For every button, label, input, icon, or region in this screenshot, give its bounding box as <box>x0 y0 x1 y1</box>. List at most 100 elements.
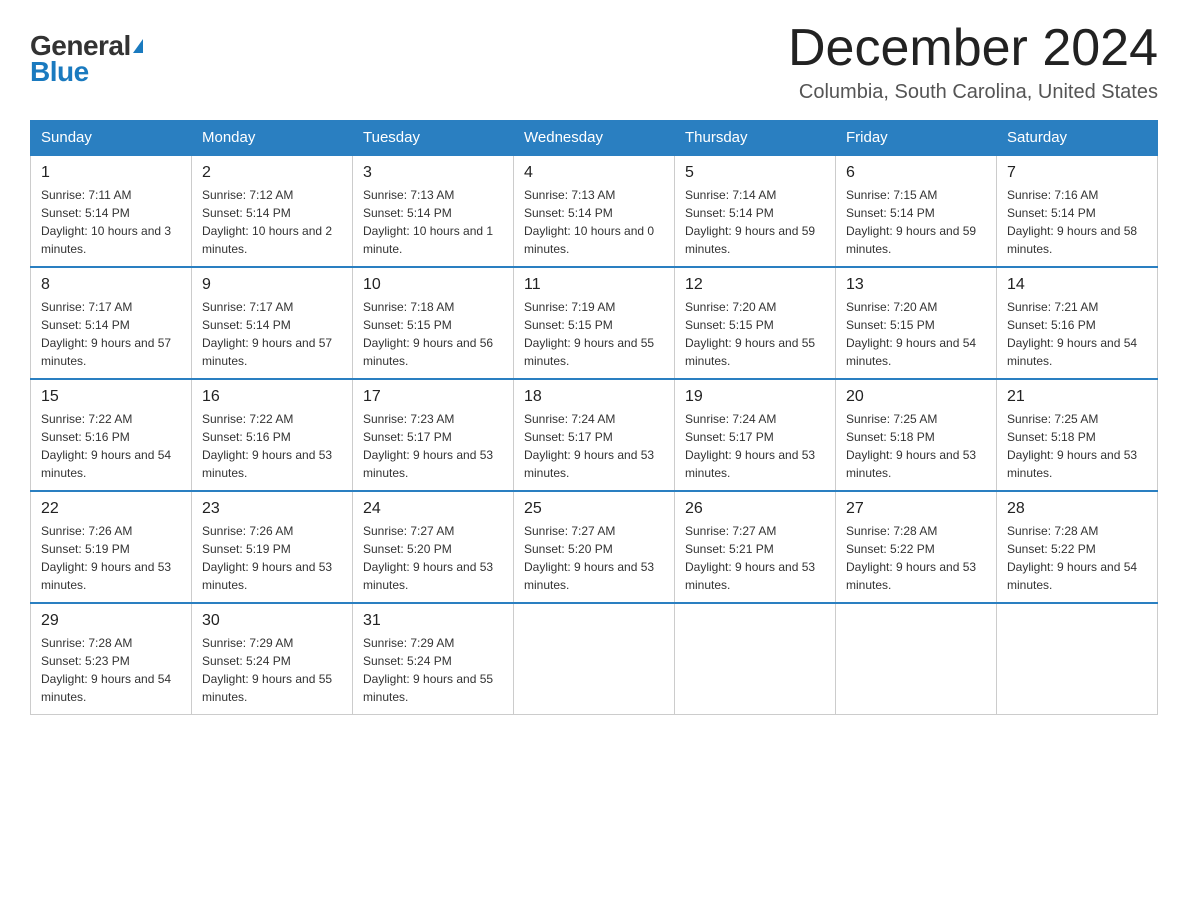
calendar-cell: 18Sunrise: 7:24 AMSunset: 5:17 PMDayligh… <box>514 379 675 491</box>
calendar-subtitle: Columbia, South Carolina, United States <box>788 81 1158 104</box>
day-detail: Sunrise: 7:16 AMSunset: 5:14 PMDaylight:… <box>1007 186 1147 258</box>
day-detail: Sunrise: 7:26 AMSunset: 5:19 PMDaylight:… <box>41 522 181 594</box>
day-number: 28 <box>1007 500 1147 518</box>
day-detail: Sunrise: 7:15 AMSunset: 5:14 PMDaylight:… <box>846 186 986 258</box>
day-number: 8 <box>41 276 181 294</box>
header-wednesday: Wednesday <box>514 121 675 156</box>
day-detail: Sunrise: 7:17 AMSunset: 5:14 PMDaylight:… <box>41 298 181 370</box>
day-number: 1 <box>41 164 181 182</box>
calendar-cell: 24 Sunrise: 7:27 AMSunset: 5:20 PMDayligh… <box>353 491 514 603</box>
calendar-title: December 2024 <box>788 20 1158 77</box>
calendar-week-row: 29 Sunrise: 7:28 AMSunset: 5:23 PMDayligh… <box>31 603 1158 715</box>
day-detail: Sunrise: 7:13 AMSunset: 5:14 PMDaylight:… <box>363 186 503 258</box>
calendar-cell: 9 Sunrise: 7:17 AMSunset: 5:14 PMDaylight… <box>192 267 353 379</box>
day-detail: Sunrise: 7:24 AMSunset: 5:17 PMDaylight:… <box>685 410 825 482</box>
calendar-cell <box>997 603 1158 715</box>
calendar-cell: 26 Sunrise: 7:27 AMSunset: 5:21 PMDayligh… <box>675 491 836 603</box>
calendar-cell: 29 Sunrise: 7:28 AMSunset: 5:23 PMDayligh… <box>31 603 192 715</box>
day-number: 2 <box>202 164 342 182</box>
day-detail: Sunrise: 7:27 AMSunset: 5:20 PMDaylight:… <box>363 522 503 594</box>
calendar-cell: 8 Sunrise: 7:17 AMSunset: 5:14 PMDaylight… <box>31 267 192 379</box>
calendar-cell: 22Sunrise: 7:26 AMSunset: 5:19 PMDayligh… <box>31 491 192 603</box>
day-detail: Sunrise: 7:28 AMSunset: 5:22 PMDaylight:… <box>846 522 986 594</box>
calendar-cell: 28 Sunrise: 7:28 AMSunset: 5:22 PMDayligh… <box>997 491 1158 603</box>
day-detail: Sunrise: 7:19 AMSunset: 5:15 PMDaylight:… <box>524 298 664 370</box>
day-detail: Sunrise: 7:22 AMSunset: 5:16 PMDaylight:… <box>41 410 181 482</box>
page-header: General Blue December 2024 Columbia, Sou… <box>30 20 1158 104</box>
calendar-cell: 21 Sunrise: 7:25 AMSunset: 5:18 PMDayligh… <box>997 379 1158 491</box>
day-detail: Sunrise: 7:28 AMSunset: 5:23 PMDaylight:… <box>41 634 181 706</box>
day-detail: Sunrise: 7:11 AMSunset: 5:14 PMDaylight:… <box>41 186 181 258</box>
day-number: 13 <box>846 276 986 294</box>
header-saturday: Saturday <box>997 121 1158 156</box>
day-detail: Sunrise: 7:13 AMSunset: 5:14 PMDaylight:… <box>524 186 664 258</box>
calendar-cell: 7Sunrise: 7:16 AMSunset: 5:14 PMDaylight… <box>997 155 1158 267</box>
calendar-header-row: SundayMondayTuesdayWednesdayThursdayFrid… <box>31 121 1158 156</box>
calendar-cell: 4 Sunrise: 7:13 AMSunset: 5:14 PMDaylight… <box>514 155 675 267</box>
calendar-cell: 1 Sunrise: 7:11 AMSunset: 5:14 PMDaylight… <box>31 155 192 267</box>
logo: General Blue <box>30 30 143 88</box>
day-detail: Sunrise: 7:21 AMSunset: 5:16 PMDaylight:… <box>1007 298 1147 370</box>
day-detail: Sunrise: 7:28 AMSunset: 5:22 PMDaylight:… <box>1007 522 1147 594</box>
header-friday: Friday <box>836 121 997 156</box>
day-number: 20 <box>846 388 986 406</box>
day-detail: Sunrise: 7:23 AMSunset: 5:17 PMDaylight:… <box>363 410 503 482</box>
day-detail: Sunrise: 7:26 AMSunset: 5:19 PMDaylight:… <box>202 522 342 594</box>
header-thursday: Thursday <box>675 121 836 156</box>
calendar-cell: 14 Sunrise: 7:21 AMSunset: 5:16 PMDayligh… <box>997 267 1158 379</box>
calendar-cell: 3Sunrise: 7:13 AMSunset: 5:14 PMDaylight… <box>353 155 514 267</box>
calendar-cell: 12Sunrise: 7:20 AMSunset: 5:15 PMDayligh… <box>675 267 836 379</box>
day-number: 16 <box>202 388 342 406</box>
header-sunday: Sunday <box>31 121 192 156</box>
day-number: 12 <box>685 276 825 294</box>
day-detail: Sunrise: 7:27 AMSunset: 5:20 PMDaylight:… <box>524 522 664 594</box>
day-number: 21 <box>1007 388 1147 406</box>
calendar-week-row: 22Sunrise: 7:26 AMSunset: 5:19 PMDayligh… <box>31 491 1158 603</box>
day-number: 17 <box>363 388 503 406</box>
day-number: 6 <box>846 164 986 182</box>
calendar-cell: 13 Sunrise: 7:20 AMSunset: 5:15 PMDayligh… <box>836 267 997 379</box>
calendar-cell: 10Sunrise: 7:18 AMSunset: 5:15 PMDayligh… <box>353 267 514 379</box>
day-number: 26 <box>685 500 825 518</box>
day-number: 5 <box>685 164 825 182</box>
day-number: 15 <box>41 388 181 406</box>
calendar-cell <box>836 603 997 715</box>
day-detail: Sunrise: 7:25 AMSunset: 5:18 PMDaylight:… <box>1007 410 1147 482</box>
day-detail: Sunrise: 7:17 AMSunset: 5:14 PMDaylight:… <box>202 298 342 370</box>
day-detail: Sunrise: 7:24 AMSunset: 5:17 PMDaylight:… <box>524 410 664 482</box>
day-number: 30 <box>202 612 342 630</box>
calendar-cell <box>514 603 675 715</box>
day-number: 9 <box>202 276 342 294</box>
day-number: 31 <box>363 612 503 630</box>
day-detail: Sunrise: 7:27 AMSunset: 5:21 PMDaylight:… <box>685 522 825 594</box>
logo-blue: Blue <box>30 56 89 88</box>
day-number: 23 <box>202 500 342 518</box>
calendar-cell: 16 Sunrise: 7:22 AMSunset: 5:16 PMDayligh… <box>192 379 353 491</box>
calendar-cell: 15 Sunrise: 7:22 AMSunset: 5:16 PMDayligh… <box>31 379 192 491</box>
calendar-cell: 20 Sunrise: 7:25 AMSunset: 5:18 PMDayligh… <box>836 379 997 491</box>
day-detail: Sunrise: 7:25 AMSunset: 5:18 PMDaylight:… <box>846 410 986 482</box>
day-number: 19 <box>685 388 825 406</box>
day-number: 27 <box>846 500 986 518</box>
day-number: 11 <box>524 276 664 294</box>
day-detail: Sunrise: 7:22 AMSunset: 5:16 PMDaylight:… <box>202 410 342 482</box>
day-number: 14 <box>1007 276 1147 294</box>
day-detail: Sunrise: 7:18 AMSunset: 5:15 PMDaylight:… <box>363 298 503 370</box>
calendar-cell: 19 Sunrise: 7:24 AMSunset: 5:17 PMDayligh… <box>675 379 836 491</box>
day-number: 25 <box>524 500 664 518</box>
calendar-week-row: 15 Sunrise: 7:22 AMSunset: 5:16 PMDayligh… <box>31 379 1158 491</box>
calendar-cell: 5 Sunrise: 7:14 AMSunset: 5:14 PMDaylight… <box>675 155 836 267</box>
calendar-cell: 17 Sunrise: 7:23 AMSunset: 5:17 PMDayligh… <box>353 379 514 491</box>
day-detail: Sunrise: 7:14 AMSunset: 5:14 PMDaylight:… <box>685 186 825 258</box>
day-number: 29 <box>41 612 181 630</box>
logo-triangle-icon <box>133 39 143 53</box>
header-tuesday: Tuesday <box>353 121 514 156</box>
calendar-cell: 30Sunrise: 7:29 AMSunset: 5:24 PMDayligh… <box>192 603 353 715</box>
title-area: December 2024 Columbia, South Carolina, … <box>788 20 1158 104</box>
day-detail: Sunrise: 7:12 AMSunset: 5:14 PMDaylight:… <box>202 186 342 258</box>
calendar-week-row: 8 Sunrise: 7:17 AMSunset: 5:14 PMDaylight… <box>31 267 1158 379</box>
day-number: 4 <box>524 164 664 182</box>
calendar-cell: 31Sunrise: 7:29 AMSunset: 5:24 PMDayligh… <box>353 603 514 715</box>
day-number: 24 <box>363 500 503 518</box>
day-detail: Sunrise: 7:20 AMSunset: 5:15 PMDaylight:… <box>846 298 986 370</box>
